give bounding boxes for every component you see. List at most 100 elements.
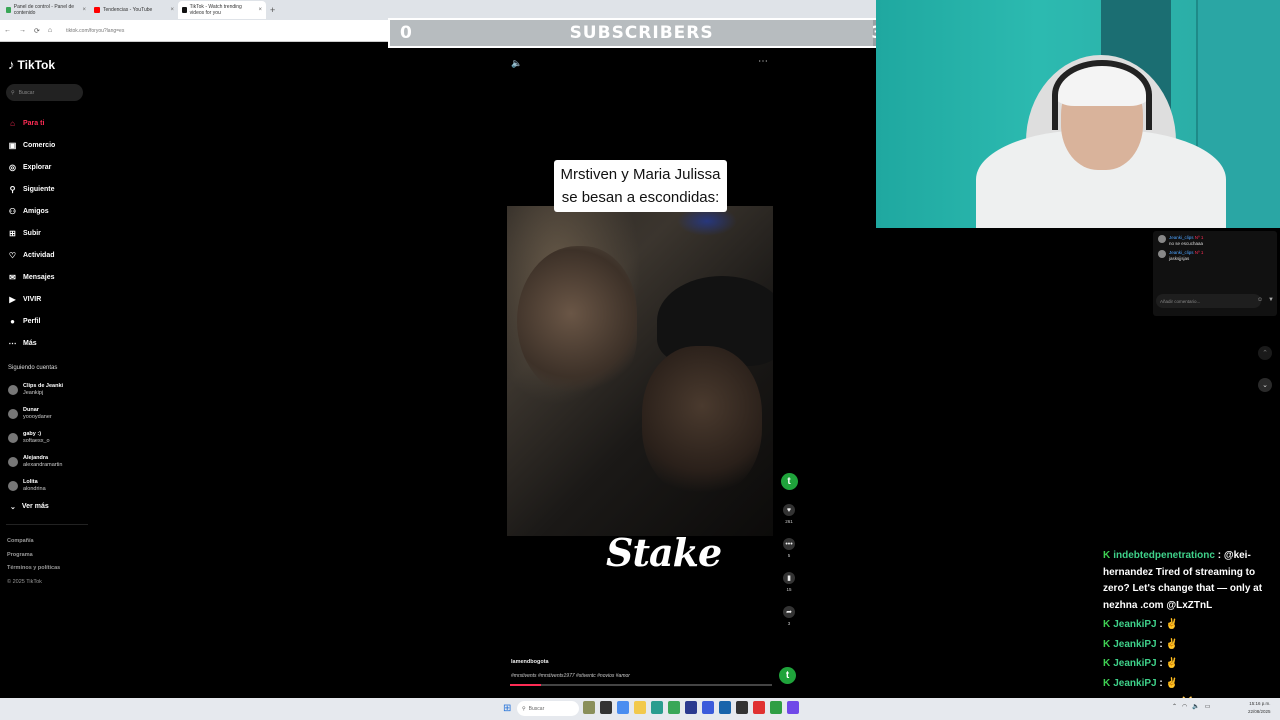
following-account[interactable]: gaby :) softaesx_o (8, 426, 88, 450)
browser-tab[interactable]: Tendencias - YouTube × (90, 1, 178, 19)
footer-link-terms[interactable]: Términos y políticas (7, 562, 60, 576)
taskbar-apps (583, 701, 799, 714)
app-icon[interactable] (719, 701, 731, 714)
kick-badge-icon: K (1103, 619, 1111, 630)
tiktok-logo[interactable]: ♪ TikTok (8, 57, 55, 72)
comment-button[interactable]: ••• (783, 538, 795, 550)
sidebar-item-messages[interactable]: ✉ Mensajes (8, 266, 88, 288)
new-tab-button[interactable]: + (270, 5, 275, 15)
sidebar-item-upload[interactable]: ⊞ Subir (8, 222, 88, 244)
account-handle: softaesx_o (23, 438, 50, 444)
video-progress-bar[interactable] (510, 684, 772, 686)
taskbar-search[interactable]: ⚲ Buscar (517, 701, 579, 716)
next-video-button[interactable]: ⌄ (1258, 378, 1272, 392)
edge-icon[interactable] (651, 701, 663, 714)
following-account[interactable]: Dunar yoooydaner (8, 402, 88, 426)
live-comment-user[interactable]: Jeanki_clips (1169, 235, 1194, 240)
twitch-icon[interactable] (787, 701, 799, 714)
sidebar-item-home[interactable]: ⌂ Para ti (8, 112, 88, 134)
account-handle: yoooydaner (23, 414, 52, 420)
app-icon[interactable] (617, 701, 629, 714)
filter-icon[interactable]: ▼ (1268, 297, 1274, 303)
video-player[interactable] (507, 206, 773, 536)
like-button[interactable]: ♥ (783, 504, 795, 516)
save-button[interactable]: ▮ (783, 572, 795, 584)
live-comments-panel: Jeanki_clips Nº 1 no se escuchaaa Jeanki_c… (1153, 231, 1277, 316)
app-icon[interactable] (770, 701, 782, 714)
search-input[interactable]: ⚲ Buscar (6, 84, 83, 101)
windows-start-icon[interactable]: ⊞ (503, 703, 511, 714)
wifi-icon[interactable]: ◠ (1182, 703, 1187, 710)
browser-tab[interactable]: Panel de control - Panel de contenido × (2, 1, 90, 19)
task-view-icon[interactable] (600, 701, 612, 714)
close-tab-icon[interactable]: × (82, 7, 86, 13)
footer-link-program[interactable]: Programa (7, 549, 60, 563)
video-hashtags[interactable]: #mrstivents #mrstivents1977 #stiventc #n… (511, 673, 630, 679)
next-creator-avatar[interactable]: t (779, 667, 796, 684)
sidebar-item-following[interactable]: ⚲ Siguiente (8, 178, 88, 200)
live-icon: ▶ (9, 294, 16, 304)
following-account[interactable]: Clips de Jeanki Jeankipj (8, 378, 88, 402)
close-tab-icon[interactable]: × (258, 7, 262, 13)
folder-icon[interactable] (634, 701, 646, 714)
live-comment-text: no se escuchaaa (1169, 241, 1204, 247)
emoji-icon[interactable]: ☺ (1257, 297, 1263, 303)
back-icon[interactable]: ← (4, 27, 11, 34)
live-comment-user[interactable]: Jeanki_clips (1169, 250, 1194, 255)
sidebar-item-compass[interactable]: ◎ Explorar (8, 156, 88, 178)
volume-icon[interactable]: 🔈 (511, 58, 522, 69)
app-icon[interactable] (753, 701, 765, 714)
creator-avatar[interactable]: t (780, 473, 798, 490)
tiktok-app-icon[interactable] (736, 701, 748, 714)
speaker-icon[interactable]: 🔈 (1192, 703, 1199, 710)
compass-icon: ◎ (9, 162, 16, 172)
tab-title: Panel de control - Panel de contenido (13, 4, 75, 16)
reload-icon[interactable]: ⟳ (34, 27, 40, 35)
avatar (8, 385, 18, 395)
see-more-button[interactable]: ⌄ Ver más (10, 503, 49, 511)
avatar (1158, 250, 1166, 259)
following-account[interactable]: Alejandra alexandramartin (8, 450, 88, 474)
chat-message: K JeankiPJ : ✌ (1103, 638, 1178, 650)
sidebar-item-label: Explorar (23, 163, 52, 171)
share-button[interactable]: ➦ (783, 606, 795, 618)
sidebar-item-shop[interactable]: ▣ Comercio (8, 134, 88, 156)
live-comment-input[interactable]: Añadir comentario... (1156, 294, 1261, 308)
chevron-up-icon[interactable]: ⌃ (1172, 703, 1177, 710)
previous-video-button[interactable]: ⌃ (1258, 346, 1272, 360)
tab-title: TikTok - Watch trending videos for you (189, 4, 242, 16)
forward-icon[interactable]: → (19, 27, 26, 34)
avatar (8, 433, 18, 443)
search-placeholder: Buscar (18, 89, 35, 96)
close-tab-icon[interactable]: × (170, 7, 174, 13)
stream-chat-overlay: Kindebtedpenetrationc : @kei-hernandez T… (1103, 548, 1278, 715)
video-author[interactable]: lamendbogota (511, 659, 549, 665)
video-actions: t ♥ 261 ••• 5 ▮ 15 ➦ 3 (779, 473, 799, 640)
app-icon[interactable] (583, 701, 595, 714)
tab-favicon-icon (182, 7, 187, 13)
url-field[interactable]: tiktok.com/foryou?lang=es (66, 28, 124, 34)
taskbar-clock[interactable]: 15:16 p.m. 22/08/2025 (1248, 700, 1271, 716)
subscriber-count: 0 (400, 23, 412, 43)
sidebar-item-friends[interactable]: ⚇ Amigos (8, 200, 88, 222)
sidebar-item-profile[interactable]: ● Perfil (8, 310, 88, 332)
home-browser-icon[interactable]: ⌂ (48, 27, 52, 34)
live-comment-badge: Nº 1 (1194, 235, 1204, 240)
chrome-icon[interactable] (668, 701, 680, 714)
chat-message: K JeankiPJ : ✌ (1103, 619, 1178, 630)
account-names: Clips de Jeanki Jeankipj (23, 383, 63, 397)
app-icon[interactable] (685, 701, 697, 714)
account-names: gaby :) softaesx_o (23, 431, 50, 445)
chat-username: JeankiPJ (1113, 658, 1157, 669)
sidebar-item-activity[interactable]: ♡ Actividad (8, 244, 88, 266)
battery-icon[interactable]: ▭ (1205, 703, 1211, 710)
chat-text: ✌ (1165, 638, 1178, 650)
browser-tab[interactable]: TikTok - Watch trending videos for you × (178, 1, 266, 19)
more-options-icon[interactable]: ⋯ (758, 56, 768, 67)
following-account[interactable]: Lolita alondrina (8, 474, 88, 498)
sponsor-logo: Stake (606, 530, 722, 575)
sidebar-item-more[interactable]: ⋯ Más (8, 332, 88, 354)
sidebar-item-live[interactable]: ▶ VIVIR (8, 288, 88, 310)
footer-link-company[interactable]: Compañía (7, 535, 60, 549)
app-icon[interactable] (702, 701, 714, 714)
